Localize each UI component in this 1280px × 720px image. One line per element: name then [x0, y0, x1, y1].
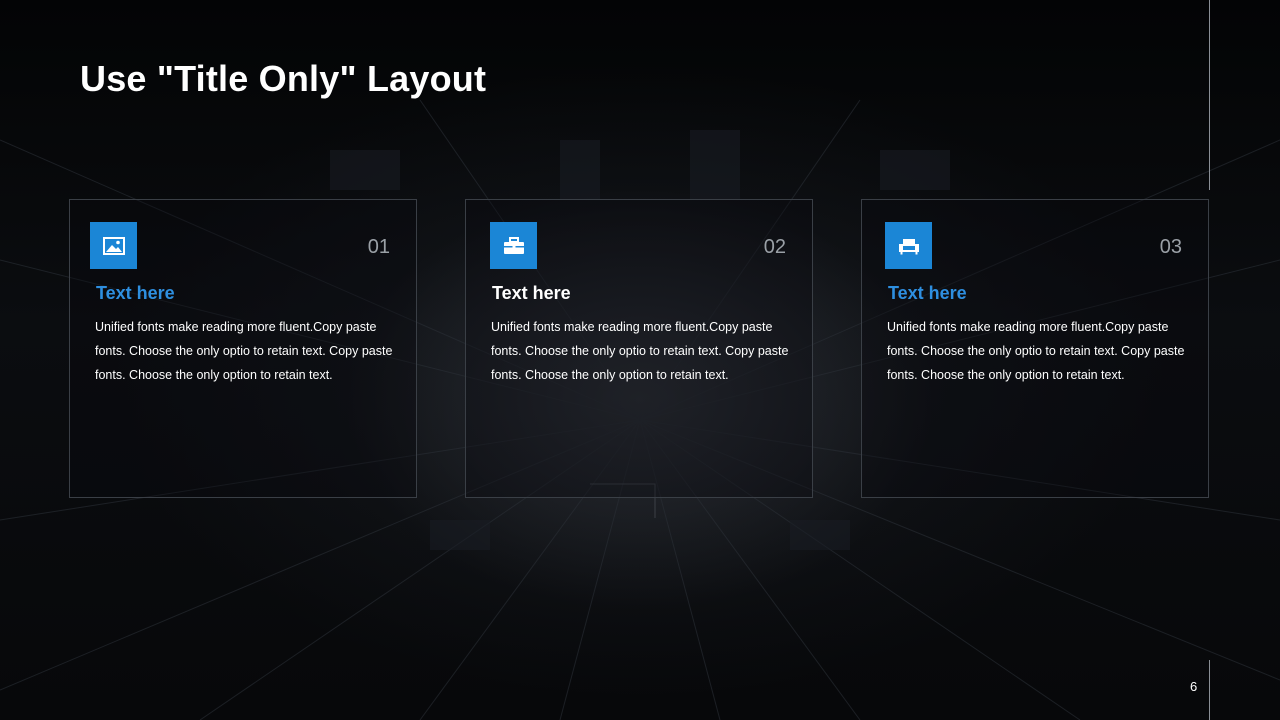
image-icon	[102, 236, 125, 255]
armchair-icon	[898, 238, 919, 254]
card-body-text: Unified fonts make reading more fluent.C…	[95, 320, 393, 382]
icon-tile	[490, 222, 537, 269]
card-body-text: Unified fonts make reading more fluent.C…	[887, 320, 1185, 382]
feature-card-1: 01 Text here Unified fonts make reading …	[69, 199, 417, 498]
icon-tile	[885, 222, 932, 269]
page-title: Use "Title Only" Layout	[80, 58, 487, 99]
card-title: Text here	[888, 283, 967, 303]
card-number: 02	[763, 236, 786, 258]
divider-line-top	[1209, 0, 1210, 190]
card-body-text: Unified fonts make reading more fluent.C…	[491, 320, 789, 382]
briefcase-icon	[503, 236, 524, 254]
feature-card-3: 03 Text here Unified fonts make reading …	[861, 199, 1209, 498]
feature-card-2: 02 Text here Unified fonts make reading …	[465, 199, 813, 498]
card-number: 03	[1159, 236, 1182, 258]
card-number: 01	[367, 236, 390, 258]
slide: Use "Title Only" Layout 01 Text here Uni…	[0, 0, 1280, 720]
card-title: Text here	[492, 283, 571, 303]
divider-line-bottom	[1209, 660, 1210, 720]
page-number: 6	[1190, 679, 1198, 694]
icon-tile	[90, 222, 137, 269]
card-title: Text here	[96, 283, 175, 303]
